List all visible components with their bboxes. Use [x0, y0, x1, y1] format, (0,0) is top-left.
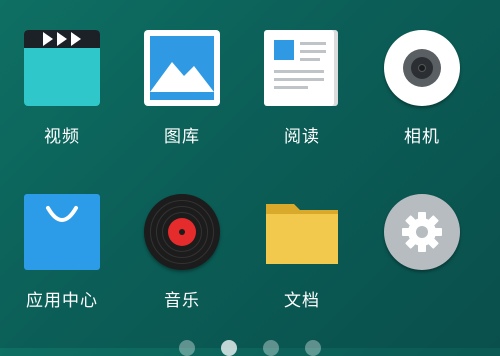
- mountain-image-icon: [150, 36, 214, 100]
- app-label: 阅读: [284, 127, 320, 147]
- gear-icon: [402, 212, 442, 252]
- app-label: 音乐: [164, 291, 200, 311]
- page-dot-active[interactable]: [221, 340, 237, 356]
- article-photo: [274, 40, 294, 60]
- camera-icon[interactable]: [384, 30, 460, 106]
- video-icon[interactable]: [24, 30, 100, 106]
- app-camera[interactable]: 相机: [362, 0, 482, 150]
- app-video[interactable]: 视频: [2, 0, 122, 150]
- app-label: 相机: [404, 127, 440, 147]
- app-label: 应用中心: [26, 291, 98, 311]
- app-music[interactable]: 音乐: [122, 164, 242, 314]
- app-settings[interactable]: [362, 164, 482, 314]
- folder-icon[interactable]: [264, 194, 340, 270]
- folder-shape: [266, 204, 338, 264]
- app-label: 图库: [164, 127, 200, 147]
- page-indicator: [0, 340, 500, 356]
- home-screen: 视频 图库 阅读 相机 应用中心 音乐 文档: [0, 0, 500, 356]
- page-dot[interactable]: [179, 340, 195, 356]
- app-store[interactable]: 应用中心: [2, 164, 122, 314]
- app-gallery[interactable]: 图库: [122, 0, 242, 150]
- reader-icon[interactable]: [264, 30, 334, 106]
- gallery-icon[interactable]: [144, 30, 220, 106]
- settings-gear-icon[interactable]: [384, 194, 460, 270]
- page-dot[interactable]: [305, 340, 321, 356]
- app-label: 文档: [284, 291, 320, 311]
- app-documents[interactable]: 文档: [242, 164, 362, 314]
- shopping-bag-handle-icon: [46, 206, 78, 222]
- clapper-bar: [24, 30, 100, 48]
- music-icon[interactable]: [144, 194, 220, 270]
- app-label: 视频: [44, 127, 80, 147]
- app-reader[interactable]: 阅读: [242, 0, 362, 150]
- page-dot[interactable]: [263, 340, 279, 356]
- app-store-icon[interactable]: [24, 194, 100, 270]
